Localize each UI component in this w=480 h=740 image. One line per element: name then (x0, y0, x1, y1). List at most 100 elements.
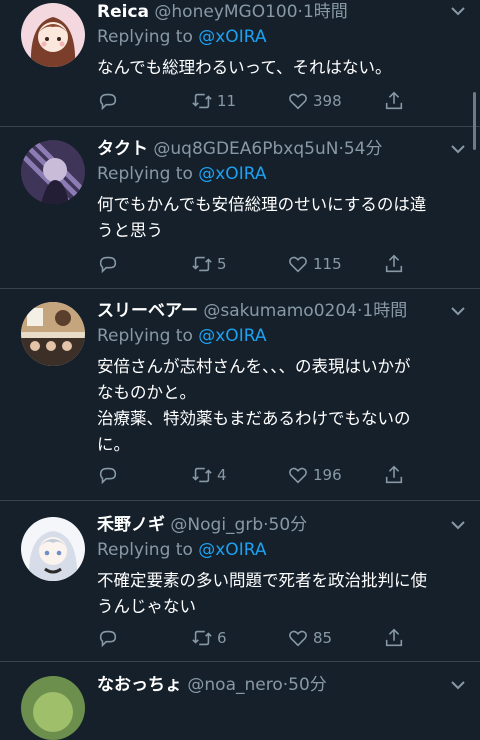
timestamp[interactable]: 54分 (344, 139, 383, 159)
display-name[interactable]: なおっちょ (97, 675, 182, 695)
replying-to: Replying to @xOIRA (97, 538, 458, 562)
tweet-header: なおっちょ @noa_nero·50分 (97, 673, 458, 697)
avatar[interactable] (21, 517, 85, 581)
reply-button[interactable] (97, 89, 123, 113)
display-name[interactable]: Reica (97, 2, 149, 22)
mention-link[interactable]: @xOIRA (198, 164, 266, 184)
like-count: 398 (313, 92, 342, 110)
avatar-image (21, 676, 85, 740)
tweet-actions: 4 196 (97, 463, 420, 487)
share-icon (385, 91, 403, 110)
retweet-count: 5 (217, 255, 227, 273)
scrollbar[interactable] (473, 92, 476, 150)
like-icon (289, 467, 307, 484)
share-icon (385, 465, 403, 484)
mention-link[interactable]: @xOIRA (198, 27, 266, 47)
like-button[interactable]: 398 (287, 89, 342, 113)
like-button[interactable]: 196 (287, 463, 342, 487)
tweet-actions: 6 85 (97, 626, 420, 650)
like-icon (289, 93, 307, 110)
share-button[interactable] (383, 626, 409, 650)
replying-to: Replying to @xOIRA (97, 25, 458, 49)
tweet-text: 安倍さんが志村さんを、、、の表現はいかが なものかと。 治療薬、特効薬もまだある… (97, 357, 411, 454)
user-handle[interactable]: @honeyMGO100 (154, 2, 297, 22)
like-icon (289, 630, 307, 647)
display-name[interactable]: タクト (97, 139, 148, 159)
tweet-text: 何でもかんでも安倍総理のせいにするのは違 うと思う (97, 195, 427, 240)
display-name[interactable]: スリーベアー (97, 301, 198, 321)
tweet-text: 不確定要素の多い問題で死者を政治批判に使 うんじゃない (97, 571, 427, 616)
share-button[interactable] (383, 252, 409, 276)
avatar-image (21, 140, 85, 204)
replying-to: Replying to @xOIRA (97, 162, 458, 186)
retweet-count: 11 (217, 92, 237, 110)
tweet-header: 禾野ノギ @Nogi_grb·50分 (97, 513, 458, 537)
like-icon (289, 256, 307, 273)
share-button[interactable] (383, 89, 409, 113)
timestamp[interactable]: 50分 (269, 515, 308, 535)
reply-button[interactable] (97, 626, 123, 650)
like-count: 115 (313, 255, 342, 273)
retweet-button[interactable]: 5 (191, 252, 227, 276)
replying-label: Replying to (97, 540, 193, 560)
like-button[interactable]: 115 (287, 252, 342, 276)
timestamp[interactable]: 1時間 (362, 301, 407, 321)
display-name[interactable]: 禾野ノギ (97, 515, 165, 535)
user-handle[interactable]: @noa_nero (187, 675, 282, 695)
avatar-image (21, 3, 85, 67)
reply-button[interactable] (97, 463, 123, 487)
chevron-down-icon[interactable] (450, 144, 466, 154)
avatar-image (21, 302, 85, 366)
reply-icon (99, 630, 117, 648)
like-count: 85 (313, 629, 333, 647)
share-icon (385, 254, 403, 273)
avatar-image (21, 517, 85, 581)
replying-label: Replying to (97, 27, 193, 47)
retweet-button[interactable]: 4 (191, 463, 227, 487)
share-icon (385, 628, 403, 647)
reply-icon (99, 93, 117, 111)
reply-icon (99, 467, 117, 485)
retweet-icon (192, 93, 212, 109)
user-handle[interactable]: @sakumamo0204 (203, 301, 357, 321)
replying-to: Replying to @xOIRA (97, 324, 458, 348)
mention-link[interactable]: @xOIRA (198, 326, 266, 346)
tweet-header: タクト @uq8GDEA6Pbxq5uN·54分 (97, 137, 458, 161)
user-handle[interactable]: @Nogi_grb (170, 515, 263, 535)
tweet[interactable]: スリーベアー @sakumamo0204·1時間 Replying to @xO… (0, 289, 480, 501)
avatar[interactable] (21, 302, 85, 366)
retweet-icon (192, 467, 212, 483)
user-handle[interactable]: @uq8GDEA6Pbxq5uN (153, 139, 338, 159)
avatar[interactable] (21, 676, 85, 740)
tweet-actions: 11 398 (97, 89, 420, 113)
share-button[interactable] (383, 463, 409, 487)
tweet-text: なんでも総理わるいって、それはない。 (97, 58, 392, 77)
reply-icon (99, 256, 117, 274)
timestamp[interactable]: 50分 (288, 675, 327, 695)
chevron-down-icon[interactable] (450, 306, 466, 316)
timestamp[interactable]: 1時間 (303, 2, 348, 22)
tweet-header: スリーベアー @sakumamo0204·1時間 (97, 299, 458, 323)
tweet[interactable]: Reica @honeyMGO100·1時間 Replying to @xOIR… (0, 0, 480, 127)
chevron-down-icon[interactable] (450, 6, 466, 16)
retweet-icon (192, 256, 212, 272)
avatar[interactable] (21, 3, 85, 67)
like-button[interactable]: 85 (287, 626, 332, 650)
chevron-down-icon[interactable] (450, 520, 466, 530)
retweet-count: 6 (217, 629, 227, 647)
reply-button[interactable] (97, 252, 123, 276)
tweet[interactable]: なおっちょ @noa_nero·50分 (0, 662, 480, 740)
tweet[interactable]: 禾野ノギ @Nogi_grb·50分 Replying to @xOIRA 不確… (0, 501, 480, 662)
avatar[interactable] (21, 140, 85, 204)
tweet[interactable]: タクト @uq8GDEA6Pbxq5uN·54分 Replying to @xO… (0, 127, 480, 289)
tweet-actions: 5 115 (97, 252, 420, 276)
mention-link[interactable]: @xOIRA (198, 540, 266, 560)
retweet-icon (192, 630, 212, 646)
chevron-down-icon[interactable] (450, 680, 466, 690)
retweet-count: 4 (217, 466, 227, 484)
replying-label: Replying to (97, 164, 193, 184)
timeline: Reica @honeyMGO100·1時間 Replying to @xOIR… (0, 0, 480, 740)
retweet-button[interactable]: 11 (191, 89, 236, 113)
retweet-button[interactable]: 6 (191, 626, 227, 650)
like-count: 196 (313, 466, 342, 484)
